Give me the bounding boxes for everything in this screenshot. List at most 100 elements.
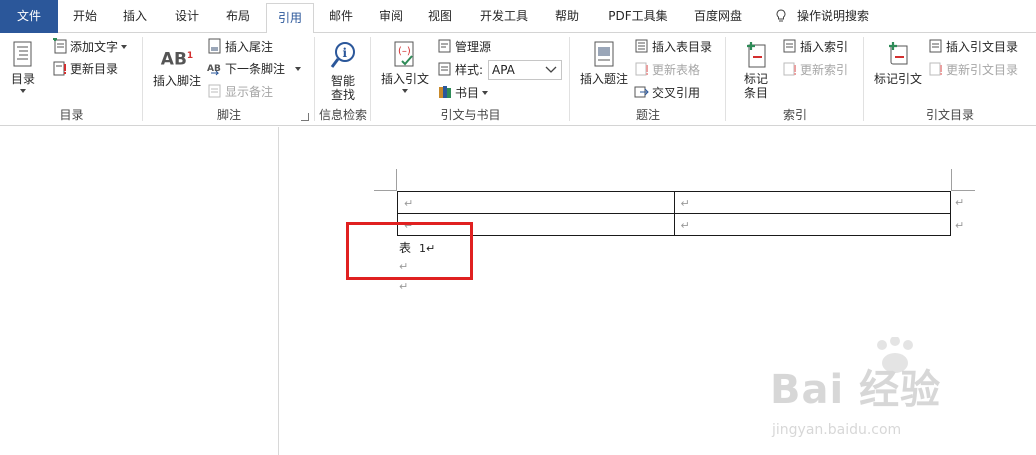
show-notes-label: 显示备注 bbox=[225, 85, 274, 99]
table-cell[interactable]: ↵ bbox=[673, 213, 951, 236]
insert-toa-button[interactable]: 插入引文目录 bbox=[928, 37, 1018, 57]
insert-caption-label: 插入题注 bbox=[579, 72, 628, 86]
tab-view[interactable]: 视图 bbox=[417, 0, 463, 33]
insert-footnote-label: 插入脚注 bbox=[152, 74, 201, 88]
endnote-icon bbox=[208, 38, 221, 54]
update-table-button[interactable]: 更新表格 bbox=[634, 60, 700, 80]
manage-sources-icon bbox=[438, 39, 451, 53]
tab-mailings[interactable]: 邮件 bbox=[318, 0, 364, 33]
insert-caption-button[interactable]: 插入题注 bbox=[578, 41, 630, 86]
mark-citation-label: 标记引文 bbox=[873, 72, 922, 86]
ribbon-references: 目录 添加文字 更新目录 目录 AB1 插入脚注 插入尾注 AB 下一条脚注 显示… bbox=[0, 33, 1036, 126]
table-cell[interactable]: ↵ bbox=[397, 191, 675, 214]
smart-lookup-label-2: 查找 bbox=[330, 88, 355, 102]
navigation-pane-divider[interactable] bbox=[278, 127, 279, 455]
tab-baidu-netdisk[interactable]: 百度网盘 bbox=[682, 0, 754, 33]
toc-label: 目录 bbox=[10, 72, 35, 86]
group-label-footnotes: 脚注 bbox=[216, 108, 241, 122]
red-highlight-box bbox=[346, 222, 473, 280]
update-index-label: 更新索引 bbox=[800, 63, 849, 77]
show-notes-button[interactable]: 显示备注 bbox=[207, 82, 273, 102]
mark-entry-icon bbox=[747, 42, 766, 68]
mark-citation-icon bbox=[889, 42, 908, 65]
bibliography-button[interactable]: 书目 bbox=[437, 83, 489, 103]
update-table-label: 更新表格 bbox=[652, 63, 701, 77]
ribbon-tab-bar: 文件 开始 插入 设计 布局 引用 邮件 审阅 视图 开发工具 帮助 PDF工具… bbox=[0, 0, 1036, 34]
tab-home[interactable]: 开始 bbox=[62, 0, 108, 33]
table-cell[interactable]: ↵ bbox=[673, 191, 951, 214]
add-text-button[interactable]: 添加文字 bbox=[52, 37, 128, 57]
chevron-down-icon bbox=[121, 45, 128, 49]
update-index-icon bbox=[783, 62, 796, 76]
mark-entry-label-2: 条目 bbox=[743, 86, 768, 100]
update-table-icon bbox=[635, 62, 648, 76]
group-index: 标记 条目 插入索引 更新索引 索引 bbox=[726, 33, 864, 126]
baidu-jingyan-watermark: Bai 经验 jingyan.baidu.com bbox=[770, 337, 1020, 447]
add-text-label: 添加文字 bbox=[70, 40, 119, 54]
footnote-number-glyph: 1 bbox=[186, 51, 194, 61]
insert-table-of-figures-button[interactable]: 插入表目录 bbox=[634, 37, 712, 57]
insert-endnote-label: 插入尾注 bbox=[225, 40, 274, 54]
svg-text:(–): (–) bbox=[398, 46, 411, 57]
tab-references[interactable]: 引用 bbox=[266, 3, 314, 34]
manage-sources-button[interactable]: 管理源 bbox=[437, 37, 491, 57]
tab-insert[interactable]: 插入 bbox=[112, 0, 158, 33]
insert-citation-button[interactable]: (–) 插入引文 bbox=[379, 41, 431, 93]
crop-mark bbox=[951, 190, 975, 191]
mark-entry-button[interactable]: 标记 条目 bbox=[734, 41, 778, 100]
update-index-button[interactable]: 更新索引 bbox=[782, 60, 848, 80]
table-of-contents-icon bbox=[13, 41, 32, 67]
citation-style-select[interactable]: APA bbox=[488, 60, 562, 80]
toc-button[interactable]: 目录 bbox=[8, 41, 38, 93]
tell-me-search[interactable]: 操作说明搜索 bbox=[762, 0, 882, 33]
smart-lookup-button[interactable]: i 智能 查找 bbox=[321, 41, 365, 102]
group-captions: 插入题注 插入表目录 更新表格 交叉引用 题注 bbox=[570, 33, 726, 126]
cross-reference-button[interactable]: 交叉引用 bbox=[634, 83, 700, 103]
group-label-captions: 题注 bbox=[635, 108, 660, 122]
paragraph-mark: ↵ bbox=[404, 196, 414, 210]
tab-file[interactable]: 文件 bbox=[0, 0, 58, 33]
show-notes-icon bbox=[208, 84, 221, 98]
table-row: ↵ ↵ bbox=[397, 191, 951, 214]
tab-review[interactable]: 审阅 bbox=[368, 0, 414, 33]
group-label-citations: 引文与书目 bbox=[440, 108, 501, 122]
mark-citation-button[interactable]: 标记引文 bbox=[870, 41, 926, 86]
next-footnote-button[interactable]: AB 下一条脚注 bbox=[207, 59, 302, 79]
tab-developer[interactable]: 开发工具 bbox=[469, 0, 539, 33]
group-label-toa: 引文目录 bbox=[925, 108, 974, 122]
insert-endnote-button[interactable]: 插入尾注 bbox=[207, 37, 273, 57]
watermark-text: Bai 经验 bbox=[770, 367, 942, 413]
insert-index-label: 插入索引 bbox=[800, 40, 849, 54]
update-toa-button[interactable]: 更新引文目录 bbox=[928, 60, 1018, 80]
dialog-launcher-icon[interactable] bbox=[301, 113, 309, 121]
next-footnote-label: 下一条脚注 bbox=[225, 62, 286, 76]
footnote-icon: AB1 bbox=[151, 43, 203, 71]
document-table[interactable]: ↵ ↵ ↵ ↵ bbox=[397, 191, 951, 236]
row-end-mark: ↵ bbox=[955, 196, 965, 209]
chevron-down-icon bbox=[20, 89, 26, 93]
update-toc-button[interactable]: 更新目录 bbox=[52, 59, 118, 79]
tab-design[interactable]: 设计 bbox=[164, 0, 210, 33]
citation-style-value: APA bbox=[492, 63, 515, 77]
insert-index-icon bbox=[783, 39, 796, 53]
group-toc: 目录 添加文字 更新目录 目录 bbox=[0, 33, 143, 126]
chevron-down-icon bbox=[295, 67, 302, 71]
insert-table-of-figures-label: 插入表目录 bbox=[652, 40, 713, 54]
tab-help[interactable]: 帮助 bbox=[544, 0, 590, 33]
paragraph-mark: ↵ bbox=[680, 196, 690, 210]
bibliography-icon bbox=[439, 86, 451, 98]
group-research: i 智能 查找 信息检索 bbox=[315, 33, 371, 126]
tab-layout[interactable]: 布局 bbox=[215, 0, 261, 33]
smart-lookup-label-1: 智能 bbox=[330, 74, 355, 88]
table-of-figures-icon bbox=[635, 39, 648, 53]
lightbulb-icon bbox=[776, 9, 786, 22]
tab-pdf-tools[interactable]: PDF工具集 bbox=[598, 0, 678, 33]
insert-caption-icon bbox=[594, 41, 614, 67]
update-toa-icon bbox=[929, 62, 942, 76]
group-label-index: 索引 bbox=[782, 108, 807, 122]
group-table-of-authorities: 标记引文 插入引文目录 更新引文目录 引文目录 bbox=[864, 33, 1036, 126]
document-area[interactable]: ↵ ↵ ↵ ↵ ↵ ↵ 表 1↵ ↵ ↵ Bai 经验 jingyan.baidu… bbox=[0, 127, 1036, 455]
insert-footnote-button[interactable]: AB1 插入脚注 bbox=[151, 43, 203, 88]
insert-index-button[interactable]: 插入索引 bbox=[782, 37, 848, 57]
insert-citation-label: 插入引文 bbox=[380, 72, 429, 86]
